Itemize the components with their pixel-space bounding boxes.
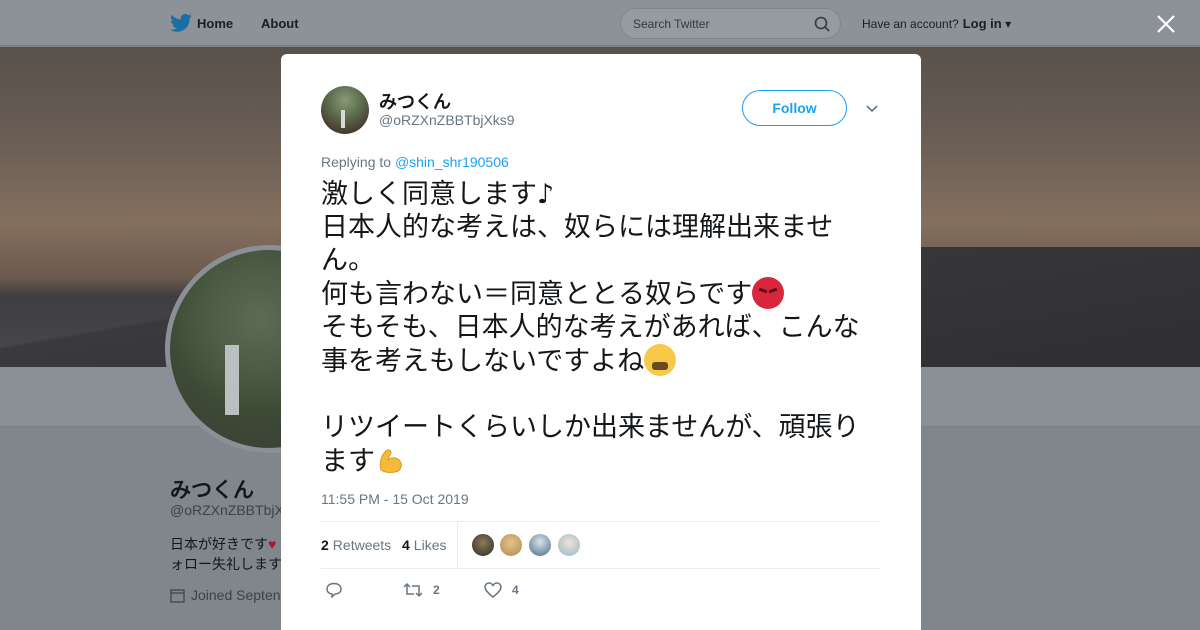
search-input[interactable]: Search Twitter	[620, 8, 841, 39]
author-name[interactable]: みつくん	[379, 88, 451, 114]
profile-bio: 日本が好きです♥ ォロー失礼します	[170, 534, 282, 574]
nav-home-link[interactable]: Home	[197, 16, 233, 31]
tweet-actions: 2 4	[321, 578, 881, 602]
pouting-face-icon	[752, 277, 785, 309]
liker-avatar[interactable]	[528, 533, 552, 557]
login-caret-icon[interactable]: ▾	[1002, 17, 1011, 31]
replying-prefix: Replying to	[321, 154, 392, 170]
like-button[interactable]: 4	[484, 582, 519, 598]
retweet-icon	[403, 582, 423, 598]
tired-face-icon	[644, 344, 677, 376]
login-link[interactable]: Log in	[963, 16, 1002, 31]
search-icon[interactable]	[814, 16, 830, 32]
like-count: 4	[512, 583, 519, 597]
reply-button[interactable]	[325, 582, 353, 598]
tweet-stats: 2 Retweets 4 Likes	[321, 521, 881, 569]
liker-avatar[interactable]	[499, 533, 523, 557]
author-avatar[interactable]	[321, 86, 369, 134]
heart-icon: ♥	[268, 536, 277, 552]
close-icon[interactable]	[1155, 13, 1177, 35]
flexed-biceps-icon	[379, 449, 402, 473]
follow-button[interactable]: Follow	[742, 90, 847, 126]
profile-bio-line: 日本が好きです♥	[170, 536, 277, 552]
profile-joined-text: Joined Septen	[191, 587, 281, 603]
author-handle[interactable]: @oRZXnZBBTbjXks9	[379, 112, 515, 128]
liker-avatar[interactable]	[557, 533, 581, 557]
retweet-count: 2	[433, 583, 440, 597]
replying-to: Replying to @shin_shr190506	[321, 154, 509, 170]
profile-name: みつくん	[170, 479, 254, 502]
liker-avatar[interactable]	[471, 533, 495, 557]
twitter-bird-icon[interactable]	[170, 13, 192, 33]
tweet-timestamp[interactable]: 11:55 PM - 15 Oct 2019	[321, 491, 469, 507]
search-placeholder: Search Twitter	[633, 17, 710, 31]
retweets-stat[interactable]: 2 Retweets	[321, 537, 391, 553]
tweet-modal: みつくん @oRZXnZBBTbjXks9 Follow Replying to…	[281, 54, 921, 630]
tweet-text: 激しく同意します♪ 日本人的な考えは、奴らには理解出来ませ ん。 何も言わない＝…	[321, 179, 860, 477]
heart-icon	[484, 582, 502, 598]
calendar-icon	[170, 588, 185, 603]
nav-about-link[interactable]: About	[261, 16, 299, 31]
stats-divider	[457, 522, 458, 569]
replying-to-link[interactable]: @shin_shr190506	[395, 154, 509, 170]
profile-joined: Joined Septen	[170, 587, 281, 603]
profile-bio-line: ォロー失礼します	[170, 556, 282, 572]
account-prompt: Have an account? Log in ▾	[862, 16, 1011, 31]
top-navigation-bar: Home About Search Twitter Have an accoun…	[0, 0, 1200, 46]
likes-stat[interactable]: 4 Likes	[402, 537, 446, 553]
chevron-down-icon[interactable]	[865, 101, 879, 115]
reply-icon	[326, 582, 342, 598]
retweet-button[interactable]: 2	[403, 582, 440, 598]
account-text: Have an account?	[862, 17, 959, 31]
profile-handle: @oRZXnZBBTbjX	[170, 502, 284, 518]
